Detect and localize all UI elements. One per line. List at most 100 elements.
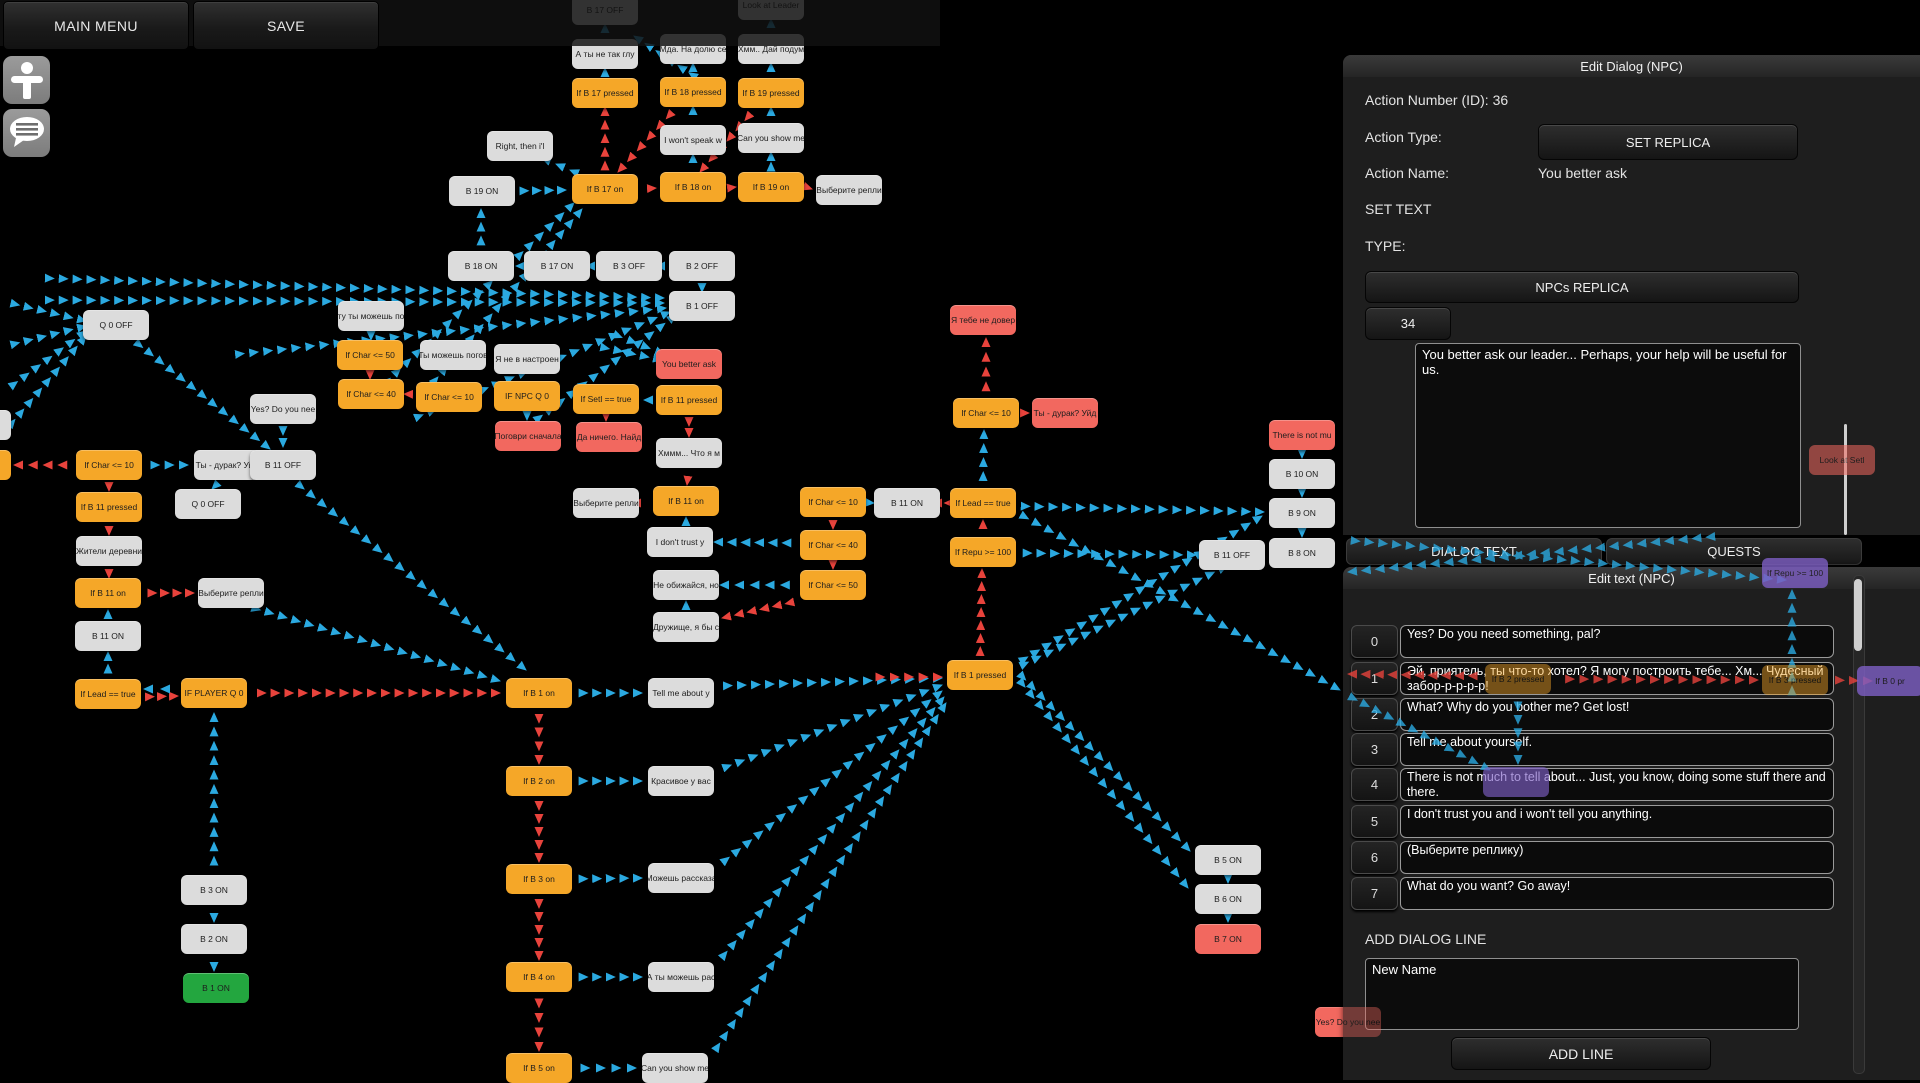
dialog-line-text[interactable]: What do you want? Go away!	[1400, 877, 1834, 910]
graph-node[interactable]: IF PLAYER Q 0	[181, 678, 247, 708]
graph-node[interactable]: If B 11 on	[653, 486, 719, 516]
graph-node[interactable]	[1483, 767, 1549, 797]
graph-node[interactable]: B 9 ON	[1269, 498, 1335, 528]
graph-node[interactable]: If Repu >= 100	[950, 537, 1016, 567]
main-menu-button[interactable]: MAIN MENU	[3, 1, 189, 50]
graph-node[interactable]: Выберите репли	[573, 488, 639, 518]
graph-node[interactable]: If Char <= 10	[800, 487, 866, 517]
graph-node[interactable]: B 1 ON	[183, 973, 249, 1003]
graph-node[interactable]: If B 1 pressed	[947, 660, 1013, 690]
replica-text-area[interactable]: You better ask our leader... Perhaps, yo…	[1415, 343, 1801, 528]
add-line-button[interactable]: ADD LINE	[1451, 1037, 1711, 1070]
graph-node[interactable]: I don't trust y	[647, 527, 713, 557]
graph-node[interactable]: Жители деревни	[76, 536, 142, 566]
graph-node[interactable]: 0	[0, 450, 11, 480]
replica-type-button[interactable]: NPCs REPLICA	[1365, 271, 1799, 303]
graph-node[interactable]: Ты можешь погов	[420, 340, 486, 370]
graph-node[interactable]: If B 11 pressed	[76, 492, 142, 522]
dialog-line-text[interactable]: I don't trust you and i won't tell you a…	[1400, 805, 1834, 838]
graph-node[interactable]: If Char <= 40	[338, 379, 404, 409]
graph-node[interactable]: If B 17 on	[572, 174, 638, 204]
graph-node[interactable]: If Char <= 10	[953, 398, 1019, 428]
dialog-line-text[interactable]: What? Why do you bother me? Get lost!	[1400, 698, 1834, 731]
graph-node[interactable]: Дружище, я бы с	[653, 612, 719, 642]
graph-node[interactable]: If Repu >= 100	[1762, 558, 1828, 588]
graph-node[interactable]: If B 18 pressed	[660, 77, 726, 107]
graph-node[interactable]: If B 11 on	[75, 578, 141, 608]
graph-node[interactable]: Ты - дурак? Уйд	[1032, 398, 1098, 428]
graph-node[interactable]: B 5 ON	[1195, 845, 1261, 875]
dialog-line-text[interactable]: (Выберите реплику)	[1400, 841, 1834, 874]
graph-node[interactable]: B 2 ON	[181, 924, 247, 954]
graph-node[interactable]: If B 11 pressed	[656, 385, 722, 415]
graph-node[interactable]: If Char <= 50	[800, 570, 866, 600]
graph-node[interactable]: If Char <= 10	[416, 382, 482, 412]
action-type-button[interactable]: SET REPLICA	[1538, 124, 1798, 160]
graph-node[interactable]: If B 2 on	[506, 766, 572, 796]
graph-node[interactable]: B 11 OFF	[250, 450, 316, 480]
dialog-line-number[interactable]: 1	[1351, 662, 1398, 695]
graph-node[interactable]: B 3 OFF	[596, 251, 662, 281]
graph-node[interactable]: Не обижайся, но	[653, 570, 719, 600]
graph-node[interactable]: B 7 ON	[1195, 924, 1261, 954]
graph-node[interactable]: Хммм... Что я м	[656, 438, 722, 468]
dialog-line-text[interactable]: Tell me about yourself.	[1400, 733, 1834, 766]
graph-node[interactable]: B 11 ON	[75, 621, 141, 651]
graph-node[interactable]: B 19 ON	[449, 176, 515, 206]
dialog-lines-scroll-thumb[interactable]	[1854, 579, 1862, 651]
graph-node[interactable]: B 3 ON	[181, 875, 247, 905]
graph-node[interactable]: B 8 ON	[1269, 538, 1335, 568]
dialog-line-number[interactable]: 0	[1351, 625, 1398, 658]
graph-node[interactable]: If Char <= 10	[76, 450, 142, 480]
dialog-line-number[interactable]: 6	[1351, 841, 1398, 874]
graph-node[interactable]: If B 5 on	[506, 1053, 572, 1083]
graph-node[interactable]: If B 3 on	[506, 864, 572, 894]
graph-node[interactable]: Right, then i'l	[487, 131, 553, 161]
graph-node[interactable]: Можешь рассказа	[648, 863, 714, 893]
graph-node[interactable]: If Setl == true	[573, 384, 639, 414]
character-tool-button[interactable]	[3, 56, 50, 104]
graph-node[interactable]: If Lead == true	[950, 488, 1016, 518]
dialog-line-text[interactable]: There is not much to tell about... Just,…	[1400, 768, 1834, 801]
graph-node[interactable]: B 18 ON	[448, 251, 514, 281]
dialog-line-text[interactable]: Yes? Do you need something, pal?	[1400, 625, 1834, 658]
graph-node[interactable]: Выберите репли	[198, 578, 264, 608]
dialog-line-number[interactable]: 4	[1351, 768, 1398, 801]
graph-node[interactable]: B 1 OFF	[669, 291, 735, 321]
graph-node[interactable]: Красивое у вас	[648, 766, 714, 796]
graph-node[interactable]: There is not mu	[1269, 420, 1335, 450]
graph-node[interactable]: IF NPC Q 0	[494, 381, 560, 411]
graph-node[interactable]: Look at Setl	[1809, 445, 1875, 475]
replica-id-field[interactable]: 34	[1365, 307, 1451, 340]
graph-node[interactable]: Yes? Do you nee	[1315, 1007, 1381, 1037]
graph-node[interactable]: If Char <= 50	[337, 340, 403, 370]
dialog-line-number[interactable]: 7	[1351, 877, 1398, 910]
graph-node[interactable]: Can you show me	[738, 123, 804, 153]
dialog-line-number[interactable]: 2	[1351, 698, 1398, 731]
graph-node[interactable]: Я не в настроен	[494, 344, 560, 374]
graph-node[interactable]: Q 0 OFF	[175, 489, 241, 519]
graph-node[interactable]: Tell me about y	[648, 678, 714, 708]
graph-node[interactable]: Yes? Do you nee	[250, 394, 316, 424]
graph-node[interactable]: B 17 ON	[524, 251, 590, 281]
graph-node[interactable]: B 11 ON	[874, 488, 940, 518]
graph-node[interactable]: You better ask	[656, 349, 722, 379]
graph-node[interactable]: B 6 ON	[1195, 884, 1261, 914]
graph-node[interactable]: If Char <= 40	[800, 530, 866, 560]
dialog-line-number[interactable]: 3	[1351, 733, 1398, 766]
graph-node[interactable]: Я тебе не довер	[950, 305, 1016, 335]
graph-node[interactable]: If B 0 pr	[1857, 666, 1920, 696]
graph-node[interactable]: B 10 ON	[1269, 459, 1335, 489]
graph-node[interactable]: Поговри сначала	[495, 421, 561, 451]
graph-node[interactable]: If B 2 pressed	[1485, 664, 1551, 694]
save-button[interactable]: SAVE	[193, 1, 379, 50]
graph-node[interactable]: Да ничего. Найд	[576, 422, 642, 452]
graph-node[interactable]: ту ты можешь по	[338, 301, 404, 331]
new-name-input[interactable]: New Name	[1365, 958, 1799, 1030]
graph-node[interactable]: I won't speak w	[660, 125, 726, 155]
dialog-line-number[interactable]: 5	[1351, 805, 1398, 838]
graph-node[interactable]: Can you show me	[642, 1053, 708, 1083]
graph-node[interactable]: А ты можешь рас	[648, 962, 714, 992]
graph-node[interactable]: If Lead == true	[75, 679, 141, 709]
graph-node[interactable]: If B 1 on	[506, 678, 572, 708]
